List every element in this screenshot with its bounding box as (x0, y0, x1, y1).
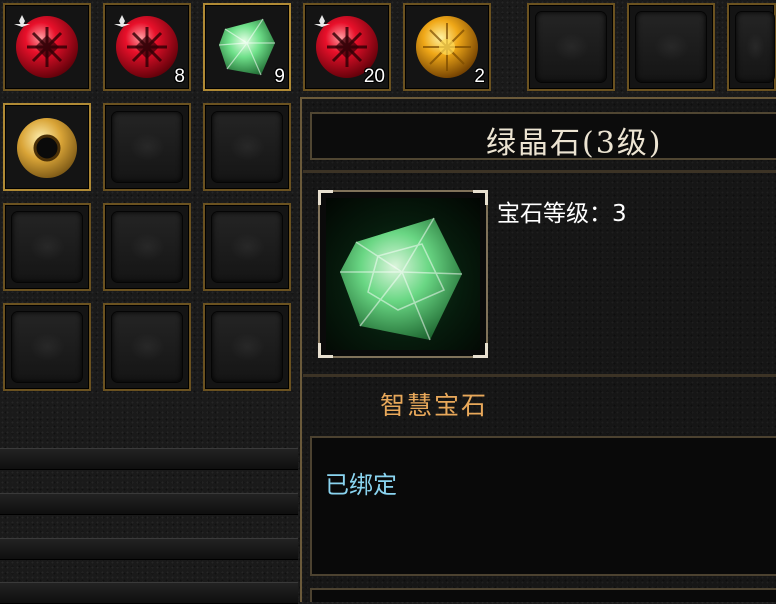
gold-ring-icon (13, 113, 81, 181)
binding-status: 已绑定 (325, 471, 397, 499)
gem-level: 宝石等级：3 (497, 194, 627, 228)
inventory-slot-selected[interactable]: 9 (203, 3, 291, 91)
gem-level-label: 宝石等级： (497, 201, 612, 227)
item-count: 8 (174, 66, 185, 87)
panel-stripe (0, 493, 298, 515)
inventory-slot-empty[interactable] (203, 303, 291, 391)
yellow-gem-icon (413, 13, 481, 81)
panel-stripe (0, 448, 298, 470)
divider (303, 374, 776, 377)
gem-level-value: 3 (612, 201, 627, 227)
inventory-slot-empty[interactable] (103, 103, 191, 191)
divider (303, 170, 776, 173)
item-description-box (310, 436, 776, 576)
item-title: 绿晶石(3级) (486, 126, 663, 161)
red-gem-icon (13, 13, 81, 81)
inventory-slot-empty[interactable] (203, 103, 291, 191)
inventory-slot[interactable]: 8 (103, 3, 191, 91)
inventory-slot[interactable]: 20 (303, 3, 391, 91)
inventory-slot-empty[interactable] (3, 303, 91, 391)
panel-stripe (0, 582, 298, 604)
green-gem-icon (326, 198, 480, 350)
inventory-slot-empty[interactable] (727, 3, 776, 91)
item-count: 20 (363, 66, 385, 87)
red-gem-icon (113, 13, 181, 81)
inventory-slot-empty[interactable] (103, 203, 191, 291)
inventory-slot[interactable] (3, 103, 91, 191)
panel-stripe (0, 538, 298, 560)
item-count: 9 (274, 66, 285, 87)
inventory-slot-empty[interactable] (3, 203, 91, 291)
green-gem-icon (213, 13, 281, 81)
inventory-slot[interactable]: 2 (403, 3, 491, 91)
inventory-slot[interactable] (3, 3, 91, 91)
inventory-slot-empty[interactable] (103, 303, 191, 391)
item-count: 2 (474, 66, 485, 87)
inventory-slot-empty[interactable] (203, 203, 291, 291)
inventory-slot-empty[interactable] (627, 3, 715, 91)
gem-type: 智慧宝石 (380, 391, 489, 420)
inventory-slot-empty[interactable] (527, 3, 615, 91)
